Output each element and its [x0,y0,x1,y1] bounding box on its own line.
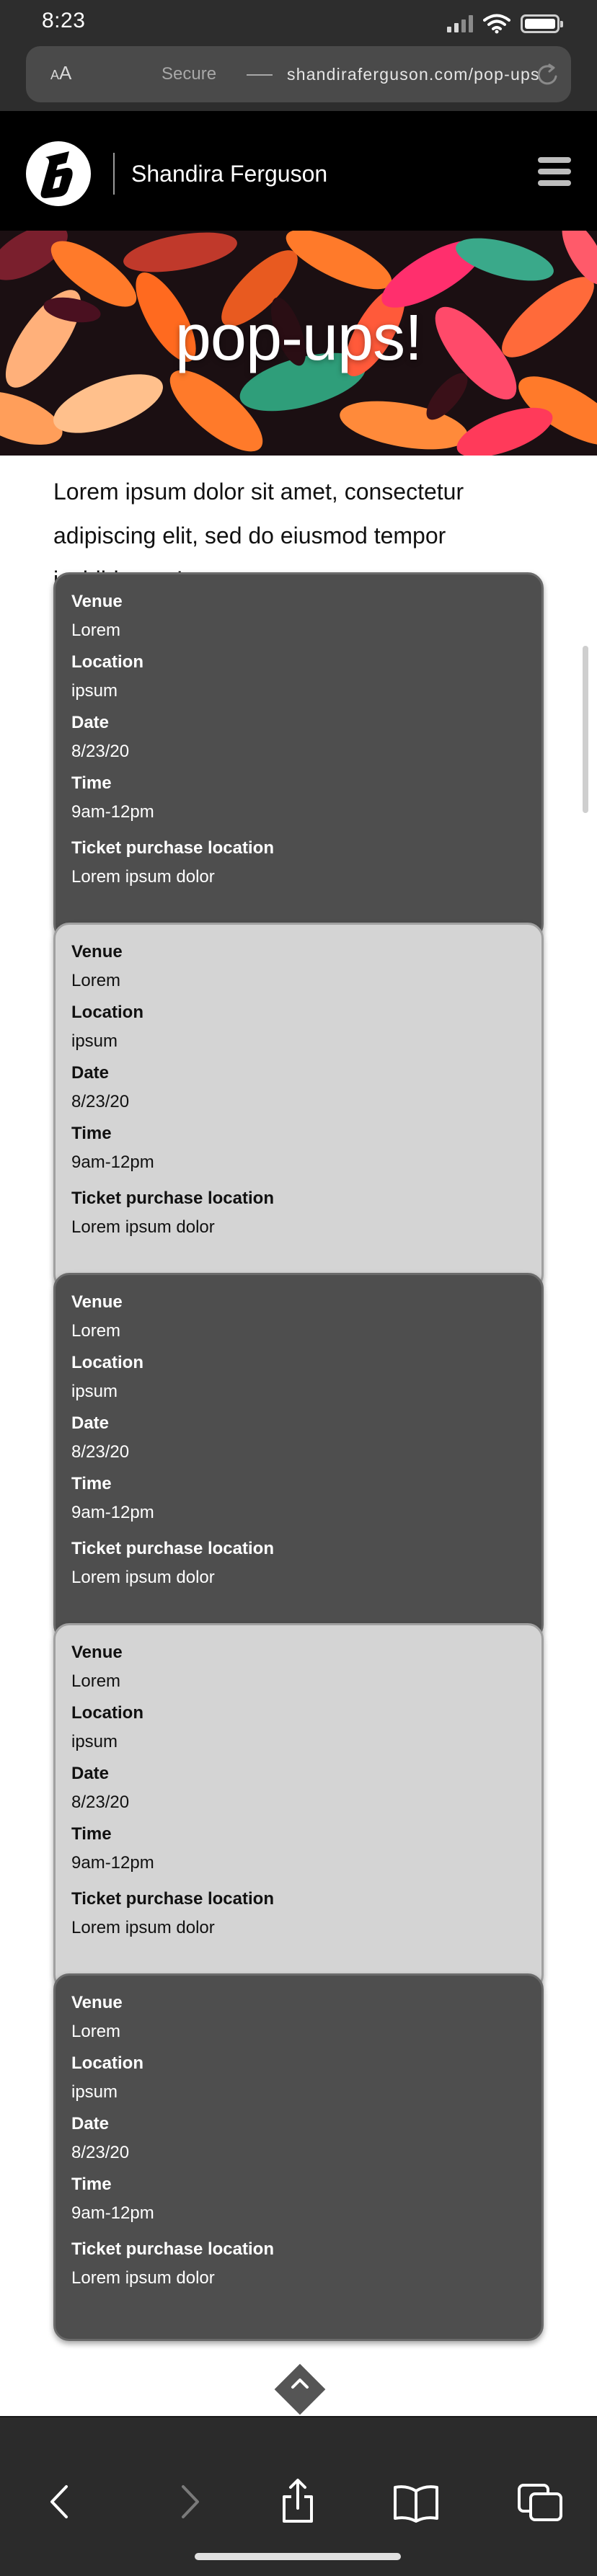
location-label: Location [71,1703,143,1723]
date-label: Date [71,1063,110,1083]
location-value: ipsum [71,1732,118,1751]
location-value: ipsum [71,1382,118,1401]
ticket-location-value: Lorem ipsum dolor [71,1918,215,1937]
event-card-4: Venue Lorem Location ipsum Date 8/23/20 Tim… [53,1623,544,1991]
text-size-icon[interactable]: AA [50,62,71,84]
bookmarks-icon[interactable] [391,2477,441,2527]
ticket-location-value: Lorem ipsum dolor [71,1217,215,1237]
event-card-5: Venue Lorem Location ipsum Date 8/23/20 Tim… [53,1973,544,2341]
time-value: 9am-12pm [71,1853,154,1873]
venue-label: Venue [71,1993,123,2012]
date-value: 8/23/20 [71,742,130,761]
ticket-location-label: Ticket purchase location [71,2239,274,2259]
event-card-2: Venue Lorem Location ipsum Date 8/23/20 Tim… [53,923,544,1290]
location-label: Location [71,2053,143,2073]
page-scrollbar[interactable] [583,646,588,813]
location-label: Location [71,1353,143,1372]
header-divider [113,153,115,195]
share-icon[interactable] [273,2477,323,2527]
logo-icon[interactable] [26,141,91,206]
venue-value: Lorem [71,971,121,990]
address-bar[interactable]: AA Secure shandiraferguson.com/pop-ups [26,46,571,102]
date-label: Date [71,2114,110,2133]
site-name[interactable]: Shandira Ferguson [131,161,327,187]
secure-divider [247,74,273,76]
venue-label: Venue [71,1643,123,1662]
location-label: Location [71,1003,143,1022]
date-value: 8/23/20 [71,2143,130,2162]
status-time: 8:23 [42,9,86,32]
venue-value: Lorem [71,1321,121,1341]
back-to-top-icon[interactable] [288,2376,311,2391]
date-value: 8/23/20 [71,1092,130,1111]
location-value: ipsum [71,681,118,701]
ticket-location-value: Lorem ipsum dolor [71,2268,215,2288]
venue-label: Venue [71,942,123,961]
event-card-3: Venue Lorem Location ipsum Date 8/23/20 Tim… [53,1273,544,1640]
hero-banner: pop-ups! [0,231,597,456]
forward-arrow-icon[interactable] [164,2477,215,2527]
venue-value: Lorem [71,2022,121,2041]
venue-value: Lorem [71,1671,121,1691]
date-label: Date [71,1764,110,1783]
location-label: Location [71,652,143,672]
time-label: Time [71,773,112,793]
reload-icon[interactable] [534,61,562,89]
page-title: pop-ups! [174,302,423,374]
url-text[interactable]: shandiraferguson.com/pop-ups [287,65,540,84]
ticket-location-value: Lorem ipsum dolor [71,1568,215,1587]
site-header: Shandira Ferguson [0,111,597,231]
date-label: Date [71,1413,110,1433]
time-label: Time [71,1474,112,1493]
date-label: Date [71,713,110,732]
ticket-location-value: Lorem ipsum dolor [71,867,215,887]
browser-toolbar [0,2416,597,2576]
time-value: 9am-12pm [71,802,154,822]
time-value: 9am-12pm [71,1503,154,1522]
secure-label: Secure [162,64,217,84]
tabs-icon[interactable] [515,2477,565,2527]
venue-value: Lorem [71,621,121,640]
ticket-location-label: Ticket purchase location [71,1539,274,1558]
location-value: ipsum [71,1031,118,1051]
back-arrow-icon[interactable] [35,2477,85,2527]
ticket-location-label: Ticket purchase location [71,1189,274,1208]
venue-label: Venue [71,1292,123,1312]
time-value: 9am-12pm [71,2203,154,2223]
location-value: ipsum [71,2082,118,2102]
venue-label: Venue [71,592,123,611]
browser-top-chrome: 8:23 AA Secure shandiraferguson.com/pop-… [0,0,597,111]
ticket-location-label: Ticket purchase location [71,1889,274,1909]
time-label: Time [71,1824,112,1844]
menu-icon[interactable] [538,157,571,186]
date-value: 8/23/20 [71,1442,130,1462]
ticket-location-label: Ticket purchase location [71,838,274,858]
time-label: Time [71,2175,112,2194]
time-value: 9am-12pm [71,1152,154,1172]
time-label: Time [71,1124,112,1143]
date-value: 8/23/20 [71,1793,130,1812]
status-icons [447,13,563,35]
event-card-1: Venue Lorem Location ipsum Date 8/23/20 Tim… [53,572,544,940]
home-indicator [195,2553,401,2560]
battery-icon [521,14,563,33]
signal-icon [447,15,473,32]
wifi-icon [483,14,510,34]
